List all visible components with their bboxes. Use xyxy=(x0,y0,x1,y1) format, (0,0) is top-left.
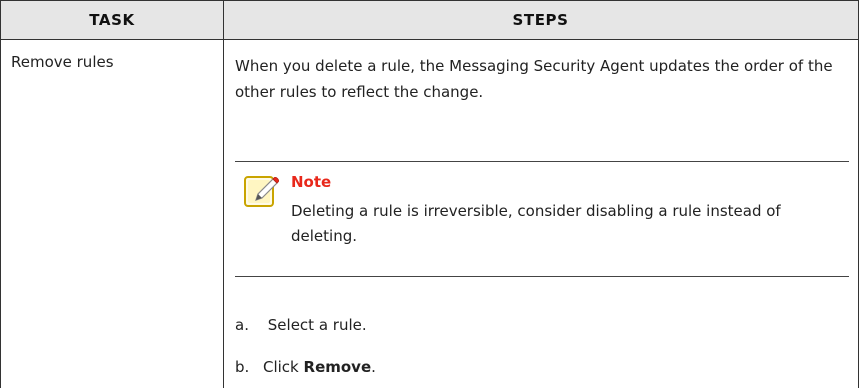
column-divider xyxy=(223,0,224,388)
step-suffix: . xyxy=(371,358,376,376)
step-letter: b. xyxy=(235,358,250,376)
step-prefix: Click xyxy=(263,358,304,376)
note-top-rule xyxy=(235,161,849,162)
remove-label: Remove xyxy=(303,358,372,376)
task-steps-table: Task Steps Remove rules When you delete … xyxy=(0,0,859,388)
step-letter: a. xyxy=(235,316,249,334)
steps-intro: When you delete a rule, the Messaging Se… xyxy=(235,57,833,101)
task-cell: Remove rules xyxy=(11,53,114,71)
note-pencil-icon xyxy=(244,176,280,207)
step-text: Select a rule. xyxy=(267,316,367,334)
header-task: Task xyxy=(89,11,135,29)
note-body: Deleting a rule is irreversible, conside… xyxy=(291,202,781,245)
note-bottom-rule xyxy=(235,276,849,277)
table-header: Task Steps xyxy=(1,0,858,40)
step-item: a. Select a rule. xyxy=(235,316,367,334)
step-item: b. Click Remove. xyxy=(235,358,376,376)
header-steps: Steps xyxy=(512,11,569,29)
note-title: Note xyxy=(291,173,332,191)
